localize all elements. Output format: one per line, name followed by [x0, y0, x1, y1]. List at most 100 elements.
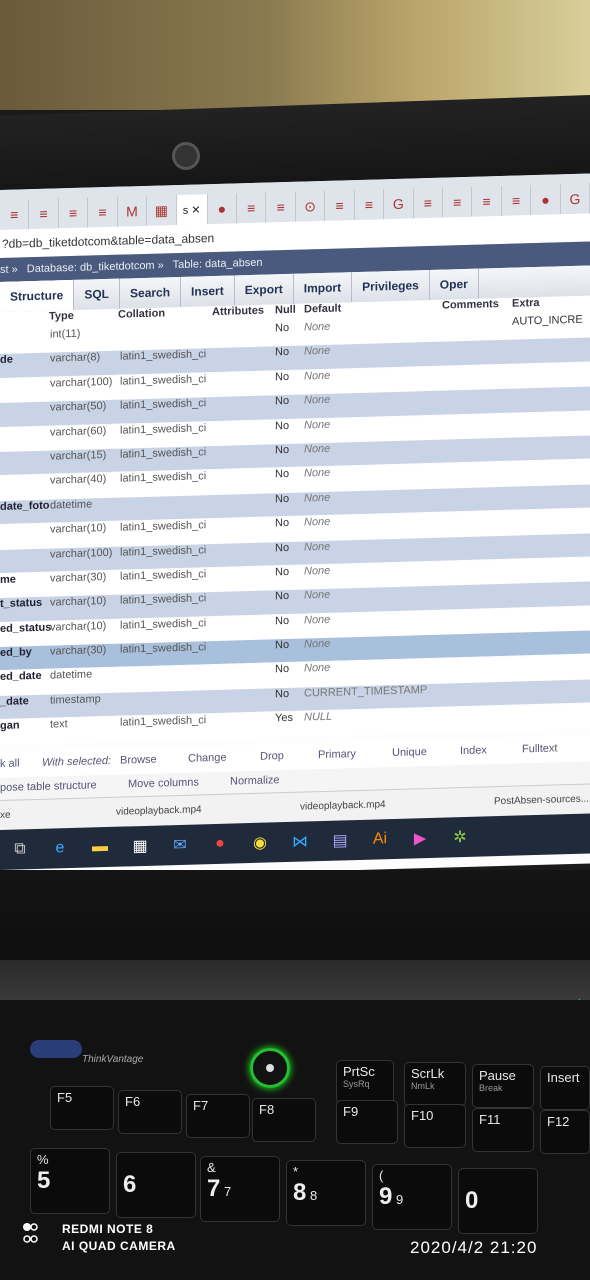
key-0[interactable]: 0 [458, 1168, 538, 1234]
file-explorer-icon[interactable]: ▬ [80, 827, 120, 868]
browser-tab[interactable]: ≡ [88, 196, 118, 228]
browser-tab[interactable]: ≡ [325, 190, 355, 221]
browser-tab[interactable]: s ✕ [176, 194, 208, 226]
browser-tab[interactable]: G [384, 188, 414, 220]
tab-import[interactable]: Import [293, 272, 353, 304]
tab-search[interactable]: Search [120, 276, 182, 309]
check-all-link[interactable]: k all [0, 757, 20, 770]
chrome-icon[interactable]: ◉ [240, 822, 280, 863]
browser-tab[interactable]: ≡ [29, 198, 59, 230]
key-scrlk[interactable]: ScrLk NmLk [404, 1062, 466, 1106]
key-9[interactable]: (9 9 [372, 1164, 452, 1230]
store-icon[interactable]: ▦ [120, 826, 160, 867]
primary-button[interactable]: Primary [318, 748, 356, 761]
change-button[interactable]: Change [188, 752, 227, 765]
key-8[interactable]: * 8 8 [286, 1160, 366, 1226]
column-name: me [0, 573, 16, 586]
index-button[interactable]: Index [460, 744, 487, 757]
key-f5[interactable]: F5 [50, 1086, 114, 1130]
tab-sql[interactable]: SQL [74, 278, 121, 310]
column-type: varchar(10) [50, 522, 107, 536]
column-null: No [275, 590, 290, 603]
browser-tab[interactable]: ≡ [237, 192, 267, 224]
header-comments: Comments [442, 298, 499, 312]
column-default: None [304, 369, 331, 383]
browser-tab[interactable]: ≡ [472, 185, 502, 217]
tab-export[interactable]: Export [234, 273, 294, 306]
breadcrumb-database[interactable]: Database: db_tiketdotcom » [27, 259, 164, 275]
column-default: None [304, 467, 331, 480]
app-icon[interactable]: ● [200, 823, 240, 864]
download-item-3[interactable]: videoplayback.mp4 [300, 799, 386, 812]
download-item-1[interactable]: xe [0, 810, 11, 821]
tab-privileges[interactable]: Privileges [352, 269, 430, 303]
key-5[interactable]: % 5 [30, 1148, 110, 1214]
browser-tab[interactable]: ≡ [266, 191, 296, 223]
column-default: None [304, 345, 331, 358]
mail-icon[interactable]: ✉ [160, 824, 200, 865]
laptop-screen: ≡ ≡ ≡ ≡ M ▦ s ✕ ● ≡ ≡ ⊙ ≡ ≡ G ≡ ≡ ≡ ≡ ● G ?db=db_tiketdotco… [0, 173, 590, 881]
column-default: None [304, 491, 331, 505]
column-null: No [275, 614, 290, 628]
vscode-icon[interactable]: ⋈ [280, 821, 320, 862]
browser-tab[interactable]: ≡ [413, 187, 443, 219]
column-null: No [275, 687, 290, 701]
thinkvantage-button[interactable] [30, 1040, 82, 1058]
propose-structure-link[interactable]: pose table structure [0, 779, 97, 794]
tab-operations[interactable]: Oper [429, 268, 479, 300]
column-type: datetime [50, 668, 93, 683]
browser-tab[interactable]: ● [207, 193, 238, 225]
download-item-4[interactable]: PostAbsen-sources... [494, 794, 589, 808]
normalize-link[interactable]: Normalize [230, 774, 280, 787]
power-button-icon[interactable] [250, 1048, 290, 1088]
browser-tab[interactable]: ≡ [58, 197, 89, 229]
browser-tab[interactable]: ≡ [354, 189, 385, 221]
key-f10[interactable]: F10 [404, 1104, 466, 1148]
column-default: None [304, 320, 331, 334]
key-prtsc[interactable]: PrtSc SysRq [336, 1060, 394, 1104]
move-columns-link[interactable]: Move columns [128, 776, 199, 790]
key-7[interactable]: & 7 7 [200, 1156, 280, 1222]
browser-tab[interactable]: ≡ [0, 199, 30, 230]
column-default: NULL [304, 710, 333, 724]
browser-tab[interactable]: ● [531, 184, 561, 216]
browser-tab[interactable]: ▦ [147, 195, 177, 226]
browser-tab[interactable]: ≡ [443, 186, 473, 218]
column-default: None [304, 540, 331, 554]
key-6[interactable]: 6 [116, 1152, 196, 1218]
task-view-icon[interactable]: ⧉ [0, 829, 40, 870]
key-f11[interactable]: F11 [472, 1108, 534, 1152]
download-item-2[interactable]: videoplayback.mp4 [116, 804, 202, 817]
key-f8[interactable]: F8 [252, 1098, 316, 1142]
browser-tab[interactable]: M [117, 195, 148, 227]
key-f6[interactable]: F6 [118, 1090, 182, 1134]
illustrator-icon[interactable]: Ai [360, 819, 400, 860]
drop-button[interactable]: Drop [260, 750, 284, 763]
browser-tab[interactable]: G [560, 183, 590, 215]
breadcrumb-table[interactable]: Table: data_absen [173, 257, 263, 272]
header-null: Null [275, 303, 296, 317]
laptop-hinge [0, 960, 590, 1000]
key-insert[interactable]: Insert [540, 1066, 590, 1110]
browser-tab[interactable]: ⊙ [295, 190, 326, 222]
thinkvantage-label: ThinkVantage [82, 1054, 144, 1065]
column-collation: latin1_swedish_ci [120, 373, 207, 388]
unique-button[interactable]: Unique [392, 746, 427, 759]
browse-button[interactable]: Browse [120, 754, 157, 767]
tab-structure[interactable]: Structure [0, 279, 75, 312]
android-studio-icon[interactable]: ✲ [440, 817, 480, 858]
column-collation: latin1_swedish_ci [120, 446, 207, 461]
key-f9[interactable]: F9 [336, 1100, 398, 1144]
tab-insert[interactable]: Insert [181, 275, 235, 307]
browser-tab[interactable]: ≡ [501, 185, 532, 216]
column-type: varchar(60) [50, 424, 107, 439]
column-type: varchar(100) [50, 375, 113, 390]
key-f7[interactable]: F7 [186, 1094, 250, 1138]
key-pause[interactable]: Pause Break [472, 1064, 534, 1108]
edge-icon[interactable]: e [40, 828, 80, 869]
notes-icon[interactable]: ▤ [320, 820, 360, 861]
media-player-icon[interactable]: ▶ [400, 818, 440, 859]
column-name: ed_date [0, 670, 42, 684]
key-f12[interactable]: F12 [540, 1110, 590, 1154]
fulltext-button[interactable]: Fulltext [522, 742, 557, 755]
